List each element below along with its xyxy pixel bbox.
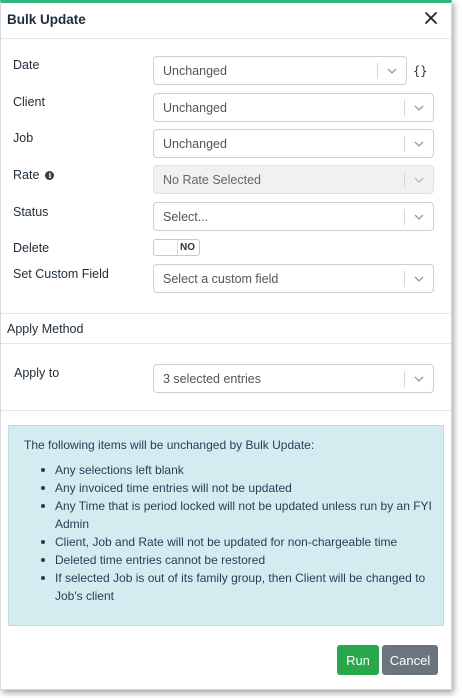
- chevron-down-icon[interactable]: [414, 139, 424, 149]
- date-select[interactable]: Unchanged: [153, 56, 407, 85]
- job-select-value: Unchanged: [163, 137, 227, 151]
- close-icon[interactable]: [421, 8, 441, 28]
- info-icon[interactable]: i: [45, 170, 55, 180]
- apply-to-select-value: 3 selected entries: [163, 372, 261, 386]
- custom-field-select[interactable]: Select a custom field: [153, 264, 434, 293]
- notice-list: Any selections left blank Any invoiced t…: [41, 461, 433, 605]
- select-separator: [404, 100, 405, 116]
- date-select-value: Unchanged: [163, 64, 227, 78]
- client-select-value: Unchanged: [163, 101, 227, 115]
- delete-toggle[interactable]: NO: [153, 239, 200, 256]
- curly-braces-icon[interactable]: {}: [412, 64, 428, 78]
- notice-item: Any invoiced time entries will not be up…: [41, 479, 433, 497]
- select-separator: [377, 63, 378, 79]
- status-select[interactable]: Select...: [153, 202, 434, 231]
- client-label: Client: [13, 95, 45, 109]
- notice-item: Any Time that is period locked will not …: [41, 497, 433, 533]
- select-separator: [404, 209, 405, 225]
- notice-intro: The following items will be unchanged by…: [24, 438, 315, 452]
- rate-label-text: Rate: [13, 168, 40, 182]
- info-notice: The following items will be unchanged by…: [8, 425, 444, 626]
- chevron-down-icon[interactable]: [414, 212, 424, 222]
- chevron-down-icon[interactable]: [387, 66, 397, 76]
- delete-label: Delete: [13, 241, 50, 255]
- select-separator: [404, 271, 405, 287]
- status-label: Status: [13, 205, 49, 219]
- select-separator: [404, 172, 405, 188]
- cancel-button[interactable]: Cancel: [382, 645, 438, 675]
- notice-item: If selected Job is out of its family gro…: [41, 569, 433, 605]
- run-button[interactable]: Run: [337, 645, 379, 675]
- select-separator: [404, 371, 405, 387]
- rate-select: No Rate Selected: [153, 165, 434, 194]
- rate-label: Rate i: [13, 168, 55, 182]
- divider: [1, 410, 451, 411]
- divider: [1, 343, 451, 344]
- divider: [1, 313, 451, 314]
- apply-method-title: Apply Method: [7, 322, 84, 336]
- chevron-down-icon[interactable]: [414, 374, 424, 384]
- notice-item: Deleted time entries cannot be restored: [41, 551, 433, 569]
- select-separator: [404, 136, 405, 152]
- date-label: Date: [13, 58, 40, 72]
- job-select[interactable]: Unchanged: [153, 129, 434, 158]
- status-select-value: Select...: [163, 210, 209, 224]
- chevron-down-icon[interactable]: [414, 274, 424, 284]
- custom-field-label: Set Custom Field: [13, 267, 109, 281]
- dialog-header: Bulk Update: [1, 3, 451, 39]
- svg-text:{}: {}: [413, 64, 427, 78]
- chevron-down-icon[interactable]: [414, 103, 424, 113]
- notice-item: Client, Job and Rate will not be updated…: [41, 533, 433, 551]
- client-select[interactable]: Unchanged: [153, 93, 434, 122]
- rate-select-value: No Rate Selected: [163, 173, 261, 187]
- apply-to-select[interactable]: 3 selected entries: [153, 364, 434, 393]
- custom-field-select-value: Select a custom field: [163, 272, 279, 286]
- notice-item: Any selections left blank: [41, 461, 433, 479]
- bulk-update-dialog: Bulk Update Date Unchanged {} Client Unc…: [0, 0, 452, 690]
- delete-toggle-text: NO: [180, 242, 195, 253]
- apply-to-label: Apply to: [14, 366, 60, 380]
- dialog-title: Bulk Update: [7, 12, 86, 27]
- toggle-knob: [154, 240, 178, 255]
- chevron-down-icon: [414, 177, 424, 183]
- job-label: Job: [13, 131, 34, 145]
